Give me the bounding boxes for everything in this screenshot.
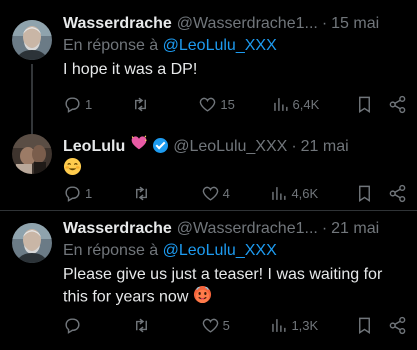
reply-button[interactable]	[63, 315, 95, 335]
tweet-date[interactable]: 21 mai	[331, 219, 379, 239]
bookmark-button[interactable]	[355, 94, 374, 114]
share-icon	[389, 316, 406, 334]
heart-icon	[200, 97, 216, 112]
avatar-wasserdrache[interactable]	[12, 223, 52, 263]
tweet-actions: 5 1,3K	[63, 315, 407, 335]
author-handle[interactable]: @Wasserdrache1...	[177, 219, 318, 239]
retweet-icon	[135, 318, 147, 332]
tweet-3[interactable]: Wasserdrache @Wasserdrache1... · 21 mai …	[0, 211, 417, 350]
views-icon	[272, 318, 286, 332]
reply-prefix: En réponse à	[63, 37, 159, 54]
author-handle[interactable]: @Wasserdrache1...	[177, 14, 318, 34]
bookmark-icon	[359, 96, 370, 113]
retweet-icon	[135, 186, 147, 200]
heart-icon	[202, 318, 218, 333]
separator: ·	[291, 138, 297, 155]
hot-face-icon	[193, 285, 212, 310]
share-button[interactable]	[388, 94, 407, 114]
reply-icon	[65, 96, 80, 113]
retweet-button[interactable]	[132, 183, 164, 203]
avatar-wasserdrache[interactable]	[12, 20, 52, 60]
separator: ·	[321, 15, 328, 32]
like-button[interactable]: 15	[198, 94, 235, 114]
tweet-2[interactable]: LeoLulu @LeoLulu_XXX · 21 mai 1 4 4,6K	[0, 126, 417, 210]
view-count: 1,3K	[291, 317, 319, 333]
sparkling-heart-icon	[130, 134, 148, 157]
reply-prefix: En réponse à	[63, 242, 159, 259]
share-button[interactable]	[388, 315, 407, 335]
tweet-1[interactable]: Wasserdrache @Wasserdrache1... · 15 mai …	[0, 0, 417, 132]
tweet-actions: 1 15 6,4K	[63, 94, 407, 114]
bookmark-icon	[359, 185, 370, 202]
author-handle[interactable]: @LeoLulu_XXX	[173, 137, 287, 157]
author-name[interactable]: LeoLulu	[63, 137, 125, 157]
tweet-text: Please give us just a teaser! I was wait…	[63, 264, 407, 310]
reply-mention[interactable]: @LeoLulu_XXX	[163, 242, 277, 259]
views-icon	[272, 186, 286, 200]
like-button[interactable]: 4	[201, 183, 233, 203]
view-count: 6,4K	[292, 96, 320, 112]
views-icon	[273, 97, 288, 111]
retweet-button[interactable]	[132, 315, 164, 335]
view-count: 4,6K	[291, 185, 319, 201]
share-button[interactable]	[388, 183, 407, 203]
author-name[interactable]: Wasserdrache	[63, 219, 172, 239]
like-count: 4	[222, 185, 230, 201]
separator: ·	[321, 220, 328, 237]
thread-line	[31, 126, 33, 134]
like-count: 5	[222, 317, 230, 333]
reply-context: En réponse à @LeoLulu_XXX	[63, 241, 407, 261]
share-icon	[389, 184, 406, 202]
bookmark-button[interactable]	[355, 315, 374, 335]
smiling-face-icon	[63, 157, 82, 182]
thread-line	[31, 64, 33, 132]
author-name[interactable]: Wasserdrache	[63, 14, 172, 34]
bookmark-icon	[359, 317, 370, 334]
tweet-actions: 1 4 4,6K	[63, 183, 407, 203]
views-button[interactable]: 6,4K	[271, 94, 320, 114]
views-button[interactable]: 1,3K	[269, 315, 318, 335]
reply-button[interactable]: 1	[63, 94, 95, 114]
share-icon	[389, 95, 406, 113]
views-button[interactable]: 4,6K	[269, 183, 318, 203]
reply-count: 1	[85, 185, 93, 201]
heart-icon	[202, 186, 218, 201]
avatar-leolulu[interactable]	[12, 134, 52, 174]
verified-badge-icon[interactable]	[153, 138, 169, 153]
reply-button[interactable]: 1	[63, 183, 95, 203]
tweet-date[interactable]: 15 mai	[331, 14, 379, 34]
reply-context: En réponse à @LeoLulu_XXX	[63, 36, 407, 56]
reply-icon	[65, 317, 80, 334]
tweet-date[interactable]: 21 mai	[301, 137, 349, 157]
like-count: 15	[220, 96, 235, 112]
tweet-text	[63, 157, 407, 182]
tweet-text-body: Please give us just a teaser! I was wait…	[63, 266, 383, 306]
tweet-text: I hope it was a DP!	[63, 61, 198, 78]
like-button[interactable]: 5	[201, 315, 233, 335]
reply-mention[interactable]: @LeoLulu_XXX	[163, 37, 277, 54]
bookmark-button[interactable]	[355, 183, 374, 203]
reply-icon	[65, 185, 80, 202]
reply-count: 1	[85, 96, 93, 112]
retweet-icon	[134, 97, 146, 111]
retweet-button[interactable]	[131, 94, 163, 114]
